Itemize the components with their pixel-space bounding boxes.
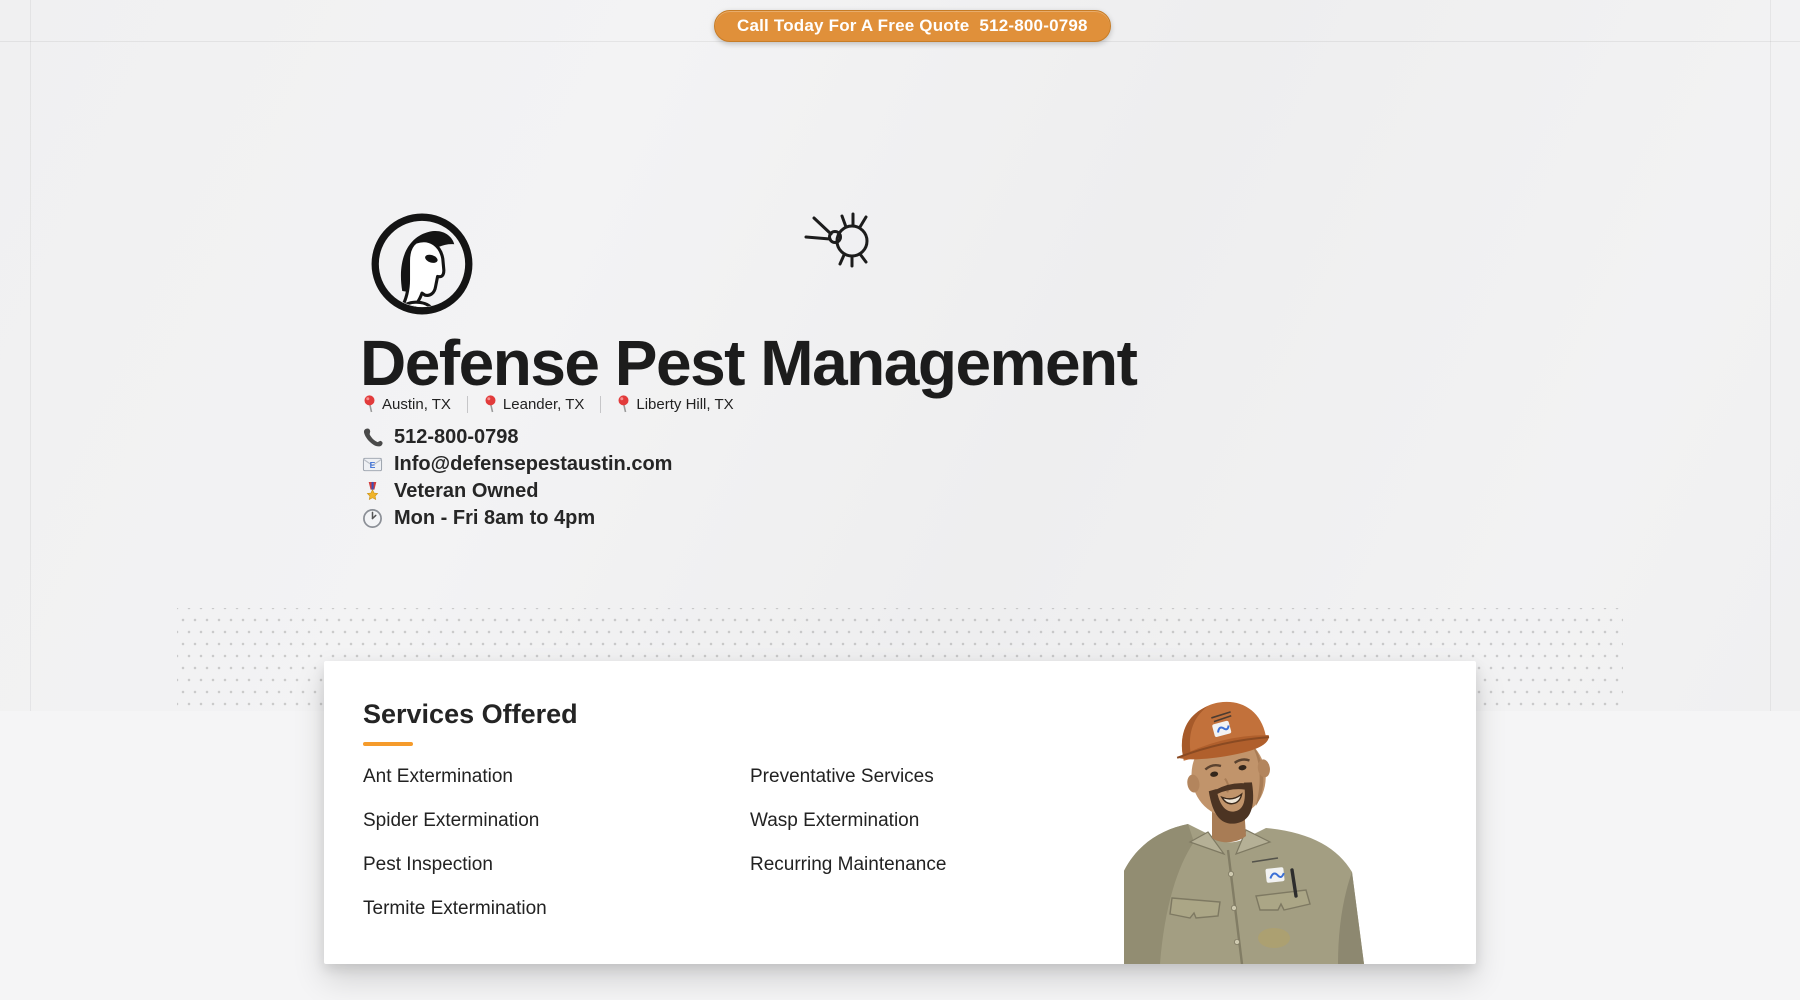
map-pin-icon: [484, 395, 497, 413]
contact-list: 512-800-0798 E Info@defensepestaustin.co…: [362, 424, 672, 532]
map-pin-icon: [363, 395, 376, 413]
cta-label: Call Today For A Free Quote: [737, 16, 969, 36]
service-item: Pest Inspection: [363, 853, 547, 877]
page: Call Today For A Free Quote 512-800-0798: [0, 0, 1800, 1000]
business-name-heading: Defense Pest Management: [360, 326, 1136, 400]
location-leander: Leander, TX: [484, 395, 584, 413]
service-item: Spider Extermination: [363, 809, 547, 833]
services-title: Services Offered: [363, 699, 578, 730]
location-separator: [600, 396, 601, 413]
spartan-helmet-logo-icon: [370, 212, 474, 316]
map-pin-icon: [617, 395, 630, 413]
service-item: Wasp Extermination: [750, 809, 946, 833]
title-underline: [363, 742, 413, 746]
service-item: Termite Extermination: [363, 897, 547, 921]
location-label: Liberty Hill, TX: [636, 396, 733, 413]
hours-row: Mon - Fri 8am to 4pm: [362, 505, 672, 532]
location-liberty-hill: Liberty Hill, TX: [617, 395, 733, 413]
svg-text:E: E: [370, 460, 376, 470]
location-separator: [467, 396, 468, 413]
right-edge-divider: [1770, 0, 1771, 711]
location-label: Leander, TX: [503, 396, 584, 413]
bug-sketch-icon: [800, 208, 888, 268]
service-item: Ant Extermination: [363, 765, 547, 789]
location-label: Austin, TX: [382, 396, 451, 413]
phone-row[interactable]: 512-800-0798: [362, 424, 672, 451]
email-row[interactable]: E Info@defensepestaustin.com: [362, 451, 672, 478]
service-item: Preventative Services: [750, 765, 946, 789]
services-column-2: Preventative Services Wasp Extermination…: [750, 765, 946, 897]
business-hours: Mon - Fri 8am to 4pm: [394, 507, 595, 530]
phone-number: 512-800-0798: [394, 426, 519, 449]
veteran-owned-label: Veteran Owned: [394, 480, 539, 503]
phone-icon: [362, 427, 383, 448]
call-cta-button[interactable]: Call Today For A Free Quote 512-800-0798: [714, 10, 1111, 42]
email-icon: E: [362, 454, 383, 475]
services-card: Services Offered Ant Extermination Spide…: [324, 661, 1476, 964]
service-item: Recurring Maintenance: [750, 853, 946, 877]
location-austin: Austin, TX: [363, 395, 451, 413]
cta-phone: 512-800-0798: [979, 16, 1087, 36]
medal-icon: [362, 481, 383, 502]
left-edge-divider: [30, 0, 31, 711]
veteran-owned-row: Veteran Owned: [362, 478, 672, 505]
email-address: Info@defensepestaustin.com: [394, 453, 672, 476]
services-column-1: Ant Extermination Spider Extermination P…: [363, 765, 547, 941]
locations-row: Austin, TX Leander, TX Liberty Hill, TX: [363, 392, 734, 416]
clock-icon: [362, 508, 383, 529]
technician-photo: [1124, 692, 1400, 964]
